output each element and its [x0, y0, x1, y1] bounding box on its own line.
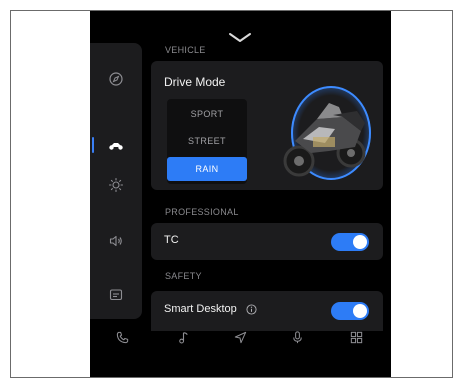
smart-desktop-toggle[interactable]	[331, 302, 369, 320]
volume-icon	[109, 235, 122, 247]
drive-mode-option-street[interactable]: STREET	[167, 130, 247, 152]
dock-item-apps[interactable]	[347, 328, 365, 346]
motorcycle-icon	[109, 143, 123, 150]
sidebar-item-messages[interactable]	[90, 275, 142, 315]
tc-label: TC	[164, 234, 179, 246]
toggle-knob	[353, 304, 367, 318]
dock-item-phone[interactable]	[113, 328, 131, 346]
motorcycle-image	[283, 86, 371, 180]
toggle-knob	[353, 235, 367, 249]
dashboard-screen: VEHICLE Drive Mode SPORT STREET RAIN PRO…	[90, 11, 391, 377]
dock-item-voice[interactable]	[288, 328, 306, 346]
chevron-down-icon[interactable]	[226, 30, 254, 44]
sidebar-item-vehicle[interactable]	[90, 125, 142, 165]
dock-item-navigation[interactable]	[231, 328, 249, 346]
music-icon	[178, 331, 188, 343]
section-label-vehicle: VEHICLE	[165, 45, 206, 55]
drive-mode-option-sport[interactable]: SPORT	[167, 103, 247, 125]
sidebar-item-display[interactable]	[90, 165, 142, 205]
dock-item-music[interactable]	[174, 328, 192, 346]
settings-sidebar	[90, 43, 142, 319]
smart-desktop-label: Smart Desktop	[164, 303, 237, 315]
drive-mode-option-rain[interactable]: RAIN	[167, 157, 247, 181]
drive-mode-title: Drive Mode	[164, 75, 226, 89]
drive-mode-selector: SPORT STREET RAIN	[167, 99, 247, 184]
tc-row: TC	[151, 223, 383, 260]
section-label-safety: SAFETY	[165, 271, 202, 281]
tc-toggle[interactable]	[331, 233, 369, 251]
sidebar-item-sound[interactable]	[90, 221, 142, 261]
microphone-icon	[292, 330, 302, 343]
apps-grid-icon	[350, 331, 362, 343]
bottom-dock	[90, 322, 391, 352]
smart-desktop-row-label: Smart Desktop	[164, 303, 257, 315]
navigation-icon	[234, 331, 246, 343]
drive-mode-card: Drive Mode SPORT STREET RAIN	[151, 61, 383, 190]
sidebar-item-navigation[interactable]	[90, 59, 142, 99]
phone-icon	[116, 331, 128, 343]
message-icon	[109, 289, 123, 301]
brightness-icon	[108, 177, 124, 193]
compass-icon	[109, 72, 123, 86]
section-label-professional: PROFESSIONAL	[165, 207, 239, 217]
info-icon[interactable]	[246, 304, 257, 315]
